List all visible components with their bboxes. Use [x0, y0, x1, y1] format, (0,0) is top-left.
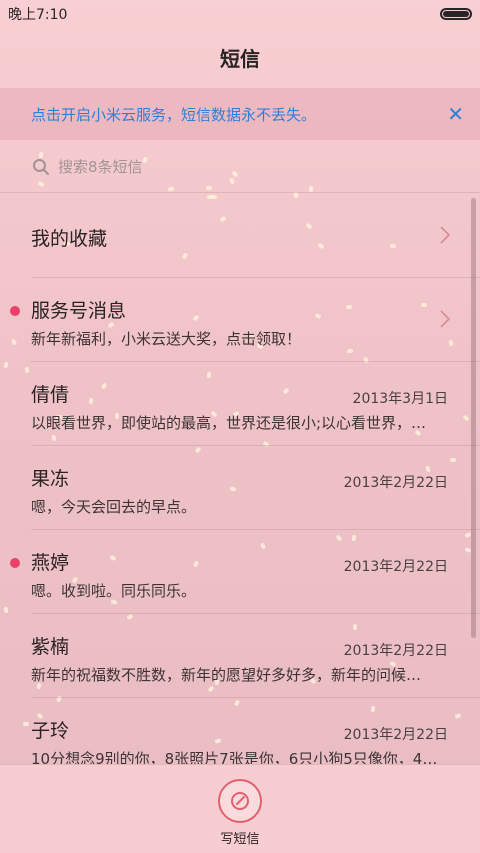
unread-dot-icon — [10, 306, 20, 316]
chevron-right-icon — [440, 310, 450, 328]
conversation-date: 2013年3月1日 — [352, 391, 448, 407]
title-bar: 短信 — [0, 28, 480, 86]
conversation-date: 2013年2月22日 — [343, 643, 448, 659]
conversation-name: 紫楠 — [31, 636, 70, 658]
compose-button[interactable] — [218, 779, 262, 823]
conversation-preview: 嗯。收到啦。同乐同乐。 — [31, 582, 197, 600]
page-title: 短信 — [220, 46, 260, 71]
scrollbar[interactable] — [471, 198, 476, 638]
status-bar: 晚上7:10 — [0, 0, 480, 28]
conversation-name: 子玲 — [31, 720, 70, 742]
conversation-name: 我的收藏 — [31, 228, 108, 250]
status-time: 晚上7:10 — [8, 7, 68, 23]
conversation-row[interactable]: 倩倩 2013年3月1日以眼看世界，即使站的最高，世界还是很小;以心看世界，… — [31, 362, 480, 446]
conversation-preview: 新年的祝福数不胜数，新年的愿望好多好多，新年的问候… — [31, 666, 422, 684]
conversation-date: 2013年2月22日 — [343, 475, 448, 491]
compose-icon — [231, 792, 249, 810]
conversation-name: 服务号消息 — [31, 300, 127, 322]
bottom-bar: 写短信 — [0, 764, 480, 853]
close-icon[interactable]: ✕ — [447, 104, 464, 124]
conversation-preview: 以眼看世界，即使站的最高，世界还是很小;以心看世界，… — [31, 414, 427, 432]
conversation-row[interactable]: 果冻 2013年2月22日嗯，今天会回去的早点。 — [31, 446, 480, 530]
chevron-right-icon — [440, 226, 450, 244]
conversation-row[interactable]: 紫楠 2013年2月22日新年的祝福数不胜数，新年的愿望好多好多，新年的问候… — [31, 614, 480, 698]
conversation-row[interactable]: 我的收藏 — [31, 194, 480, 278]
sms-app-screen: 晚上7:10 短信 点击开启小米云服务，短信数据永不丢失。 ✕ 我的收藏服务号消… — [0, 0, 480, 853]
conversation-date: 2013年2月22日 — [343, 727, 448, 743]
search-icon — [33, 158, 49, 175]
search-bar[interactable] — [0, 141, 480, 193]
battery-fill — [443, 11, 469, 17]
compose-label[interactable]: 写短信 — [0, 828, 480, 847]
search-input[interactable] — [58, 157, 438, 176]
conversation-preview: 新年新福利，小米云送大奖，点击领取！ — [31, 330, 302, 348]
conversation-preview: 嗯，今天会回去的早点。 — [31, 498, 197, 516]
conversation-name: 果冻 — [31, 468, 70, 490]
banner-text[interactable]: 点击开启小米云服务，短信数据永不丢失。 — [31, 104, 316, 125]
cloud-service-banner[interactable]: 点击开启小米云服务，短信数据永不丢失。 ✕ — [0, 88, 480, 140]
conversation-row[interactable]: 服务号消息新年新福利，小米云送大奖，点击领取！ — [10, 278, 480, 362]
unread-dot-icon — [10, 558, 20, 568]
conversation-row[interactable]: 燕婷 2013年2月22日嗯。收到啦。同乐同乐。 — [10, 530, 480, 614]
conversation-list: 我的收藏服务号消息新年新福利，小米云送大奖，点击领取！ 倩倩 2013年3月1日以眼… — [0, 194, 480, 782]
conversation-name: 倩倩 — [31, 384, 70, 406]
conversation-date: 2013年2月22日 — [343, 559, 448, 575]
battery-icon — [440, 8, 472, 20]
conversation-name: 燕婷 — [31, 552, 70, 574]
